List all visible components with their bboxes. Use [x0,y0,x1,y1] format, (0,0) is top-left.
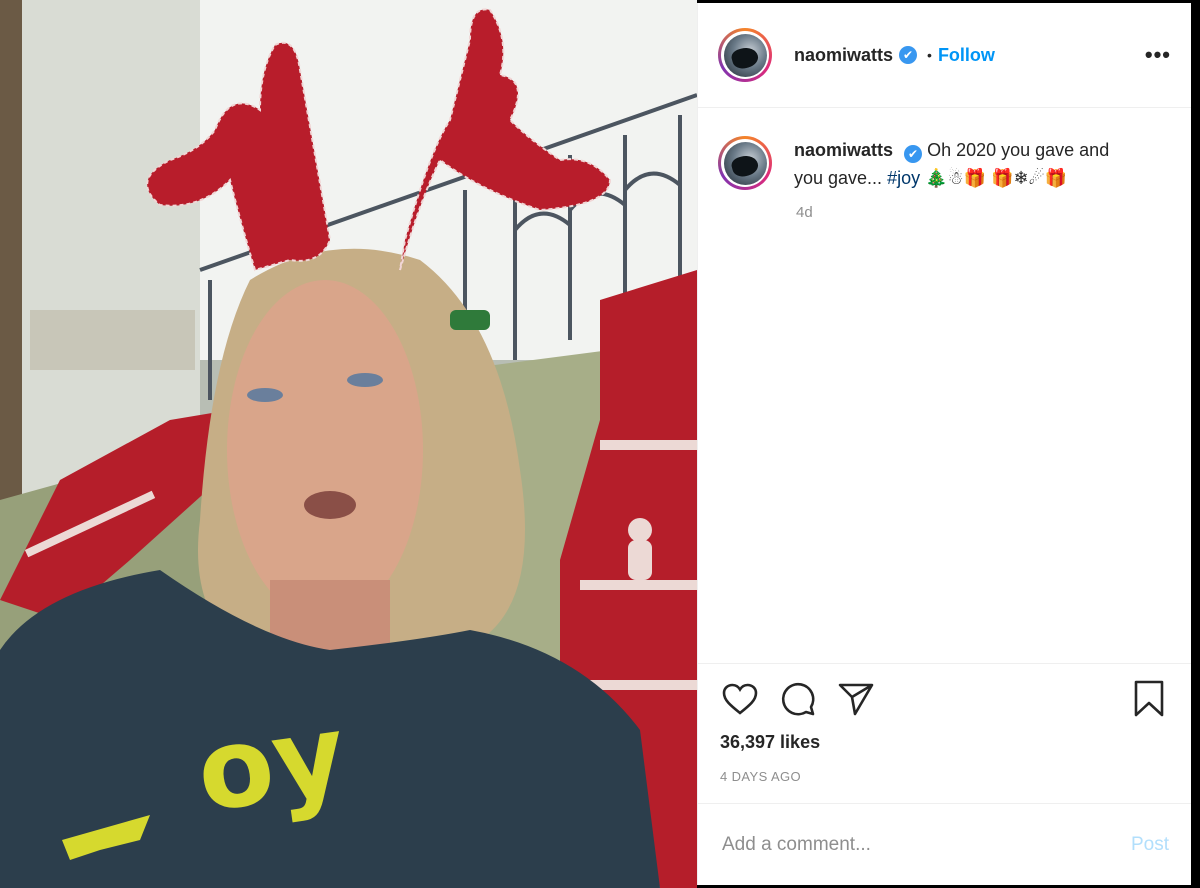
post-photo[interactable]: oy [0,0,697,888]
share-icon[interactable] [836,679,876,719]
caption-row: naomiwatts ✔ Oh 2020 you gave and you ga… [718,136,1171,192]
avatar[interactable] [718,28,772,82]
post-header: naomiwatts ✔ • Follow ••• [698,3,1191,108]
post-date[interactable]: 4 DAYS AGO [720,769,1169,784]
post-comment-button[interactable]: Post [1131,834,1169,856]
caption-text: naomiwatts ✔ Oh 2020 you gave and you ga… [794,136,1134,192]
comment-form: Post [698,803,1191,885]
likes-count[interactable]: 36,397 likes [720,732,1169,753]
svg-text:oy: oy [189,689,353,836]
verified-badge-icon: ✔ [899,46,918,64]
instagram-post-modal: oy naomiwatts ✔ • Follow ••• naomiwatts … [0,0,1200,888]
comment-input[interactable] [720,832,1131,857]
avatar-ring [721,31,769,79]
caption-username[interactable]: naomiwatts [794,140,893,160]
caption-avatar[interactable] [718,136,772,190]
post-actions: 36,397 likes 4 DAYS AGO [698,663,1191,803]
post-details-panel: naomiwatts ✔ • Follow ••• naomiwatts ✔ O… [697,3,1191,885]
more-options-icon[interactable]: ••• [1145,42,1171,68]
separator-dot: • [927,47,932,63]
avatar-image [723,33,767,77]
caption-emoji: 🎄☃🎁 🎁❄☄🎁 [920,168,1068,188]
follow-button[interactable]: Follow [938,45,995,66]
hashtag-link[interactable]: #joy [887,168,920,188]
header-username[interactable]: naomiwatts [794,45,893,66]
avatar-ring [721,139,769,187]
post-image: oy [0,0,697,888]
bookmark-icon[interactable] [1129,679,1169,719]
verified-badge-icon: ✔ [904,145,923,163]
caption-timestamp[interactable]: 4d [796,204,1171,221]
comments-area: naomiwatts ✔ Oh 2020 you gave and you ga… [698,108,1191,663]
comment-icon[interactable] [778,679,818,719]
action-icons [720,674,1169,724]
heart-icon[interactable] [720,679,760,719]
avatar-image [723,141,767,185]
